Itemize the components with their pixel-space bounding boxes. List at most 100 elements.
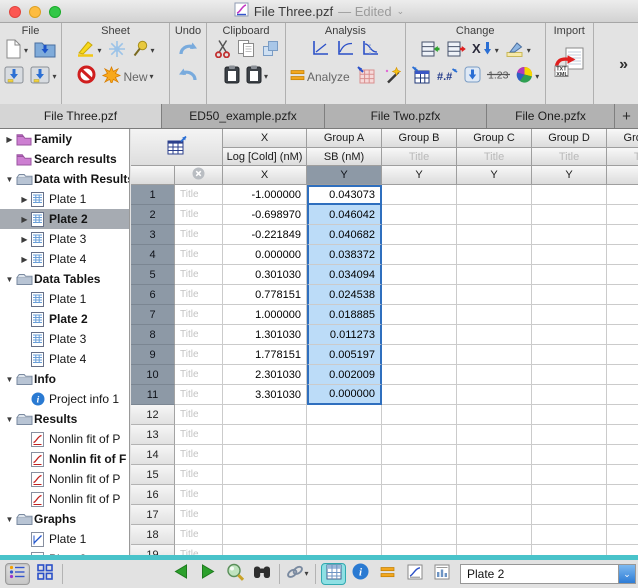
disclosure-closed-icon[interactable]: ▶ bbox=[3, 135, 16, 144]
row-number[interactable]: 5 bbox=[131, 265, 175, 285]
y-value-cell[interactable] bbox=[532, 505, 607, 525]
y-value-cell[interactable] bbox=[607, 505, 638, 525]
analyze-button[interactable]: Analyze bbox=[290, 68, 350, 86]
redo-button[interactable] bbox=[178, 40, 198, 62]
row-title-cell[interactable]: Title bbox=[175, 225, 223, 245]
sheet-selector-dropdown[interactable]: Plate 2⌄ bbox=[460, 564, 636, 584]
y-value-cell[interactable] bbox=[532, 545, 607, 555]
y-value-cell[interactable] bbox=[532, 425, 607, 445]
clear-column-header[interactable] bbox=[175, 166, 223, 185]
axis-header-y[interactable]: Y bbox=[607, 166, 638, 185]
tab-file-three-pzf[interactable]: File Three.pzf bbox=[0, 104, 162, 128]
disclosure-closed-icon[interactable]: ▶ bbox=[18, 255, 31, 264]
y-value-cell[interactable] bbox=[607, 285, 638, 305]
column-header-group-d[interactable]: Group D bbox=[532, 129, 607, 148]
row-title-cell[interactable]: Title bbox=[175, 365, 223, 385]
y-value-cell[interactable] bbox=[457, 485, 532, 505]
y-value-cell[interactable] bbox=[382, 245, 457, 265]
column-subtitle[interactable]: Title bbox=[607, 148, 638, 166]
column-header-group-c[interactable]: Group C bbox=[457, 129, 532, 148]
column-header-group-e[interactable]: Group E bbox=[607, 129, 638, 148]
row-number[interactable]: 13 bbox=[131, 425, 175, 445]
row-title-cell[interactable]: Title bbox=[175, 285, 223, 305]
sidebar-item-plate-3[interactable]: ▶Plate 3 bbox=[0, 229, 129, 249]
y-value-cell[interactable] bbox=[532, 325, 607, 345]
y-value-cell[interactable] bbox=[307, 505, 382, 525]
insert-row-button[interactable] bbox=[420, 41, 440, 62]
outline-view-button[interactable] bbox=[5, 563, 30, 585]
x-value-cell[interactable] bbox=[223, 505, 307, 525]
row-title-cell[interactable]: Title bbox=[175, 185, 223, 205]
sidebar-item-plate-1[interactable]: Plate 1 bbox=[0, 529, 129, 549]
y-value-cell[interactable] bbox=[532, 225, 607, 245]
row-title-cell[interactable]: Title bbox=[175, 485, 223, 505]
row-title-cell[interactable]: Title bbox=[175, 385, 223, 405]
x-value-cell[interactable]: -0.221849 bbox=[223, 225, 307, 245]
row-title-cell[interactable]: Title bbox=[175, 445, 223, 465]
y-value-cell[interactable] bbox=[532, 245, 607, 265]
grid-view-button[interactable] bbox=[32, 563, 57, 585]
y-value-cell[interactable] bbox=[607, 245, 638, 265]
sidebar-item-nonlin-fit-of-p[interactable]: Nonlin fit of P bbox=[0, 489, 129, 509]
y-value-cell[interactable] bbox=[457, 425, 532, 445]
x-value-cell[interactable] bbox=[223, 425, 307, 445]
save-as-button[interactable]: ▾ bbox=[30, 66, 56, 89]
sidebar-item-nonlin-fit-of-p[interactable]: Nonlin fit of P bbox=[0, 429, 129, 449]
new-table-corner-button[interactable] bbox=[131, 129, 223, 166]
minimize-window-button[interactable] bbox=[29, 6, 41, 18]
y-value-cell[interactable] bbox=[532, 405, 607, 425]
row-number[interactable]: 8 bbox=[131, 325, 175, 345]
row-title-cell[interactable]: Title bbox=[175, 265, 223, 285]
y-value-cell[interactable] bbox=[457, 265, 532, 285]
curve-plot-button[interactable] bbox=[336, 40, 355, 62]
column-subtitle[interactable]: Title bbox=[382, 148, 457, 166]
axis-header-y[interactable]: Y bbox=[532, 166, 607, 185]
row-number[interactable]: 12 bbox=[131, 405, 175, 425]
analysis-grid-button[interactable] bbox=[356, 66, 376, 89]
y-value-cell[interactable] bbox=[607, 405, 638, 425]
column-header-x[interactable]: X bbox=[223, 129, 307, 148]
undo-button[interactable] bbox=[178, 66, 198, 88]
y-value-cell[interactable] bbox=[382, 205, 457, 225]
x-value-cell[interactable]: 0.000000 bbox=[223, 245, 307, 265]
zoom-find-button[interactable] bbox=[222, 563, 247, 585]
row-number[interactable]: 4 bbox=[131, 245, 175, 265]
disclosure-closed-icon[interactable]: ▶ bbox=[18, 235, 31, 244]
y-value-cell[interactable] bbox=[307, 545, 382, 555]
row-number[interactable]: 19 bbox=[131, 545, 175, 555]
sidebar-item-plate-4[interactable]: ▶Plate 4 bbox=[0, 249, 129, 269]
y-value-cell[interactable] bbox=[532, 445, 607, 465]
row-number[interactable]: 14 bbox=[131, 445, 175, 465]
y-value-cell[interactable] bbox=[307, 465, 382, 485]
back-arrow-button[interactable] bbox=[168, 563, 193, 585]
sort-button[interactable]: X▾ bbox=[472, 40, 499, 62]
row-number[interactable]: 1 bbox=[131, 185, 175, 205]
sidebar-item-search-results[interactable]: Search results bbox=[0, 149, 129, 169]
row-number[interactable]: 6 bbox=[131, 285, 175, 305]
y-value-cell[interactable]: 0.038372 bbox=[307, 245, 382, 265]
axis-header-x[interactable]: X bbox=[223, 166, 307, 185]
freeze-button[interactable] bbox=[108, 40, 126, 63]
y-value-cell[interactable] bbox=[457, 545, 532, 555]
y-value-cell[interactable] bbox=[382, 185, 457, 205]
wizard-button[interactable] bbox=[382, 66, 401, 89]
y-value-cell[interactable] bbox=[457, 365, 532, 385]
y-value-cell[interactable] bbox=[532, 385, 607, 405]
y-value-cell[interactable] bbox=[382, 485, 457, 505]
sidebar-item-data-with-results[interactable]: ▼Data with Results bbox=[0, 169, 129, 189]
y-value-cell[interactable] bbox=[607, 445, 638, 465]
x-value-cell[interactable] bbox=[223, 445, 307, 465]
column-header-group-b[interactable]: Group B bbox=[382, 129, 457, 148]
disclosure-open-icon[interactable]: ▼ bbox=[3, 515, 16, 524]
layout-view-button[interactable] bbox=[429, 563, 454, 585]
y-value-cell[interactable] bbox=[457, 345, 532, 365]
row-number[interactable]: 11 bbox=[131, 385, 175, 405]
copy-button[interactable] bbox=[237, 39, 256, 63]
x-value-cell[interactable] bbox=[223, 485, 307, 505]
decimal-button[interactable]: #.# bbox=[437, 67, 458, 88]
new-file-button[interactable]: ▾ bbox=[5, 39, 28, 64]
disclosure-closed-icon[interactable]: ▶ bbox=[18, 195, 31, 204]
pin-button[interactable]: ▾ bbox=[132, 40, 155, 62]
y-value-cell[interactable] bbox=[607, 345, 638, 365]
sidebar-item-graphs[interactable]: ▼Graphs bbox=[0, 509, 129, 529]
